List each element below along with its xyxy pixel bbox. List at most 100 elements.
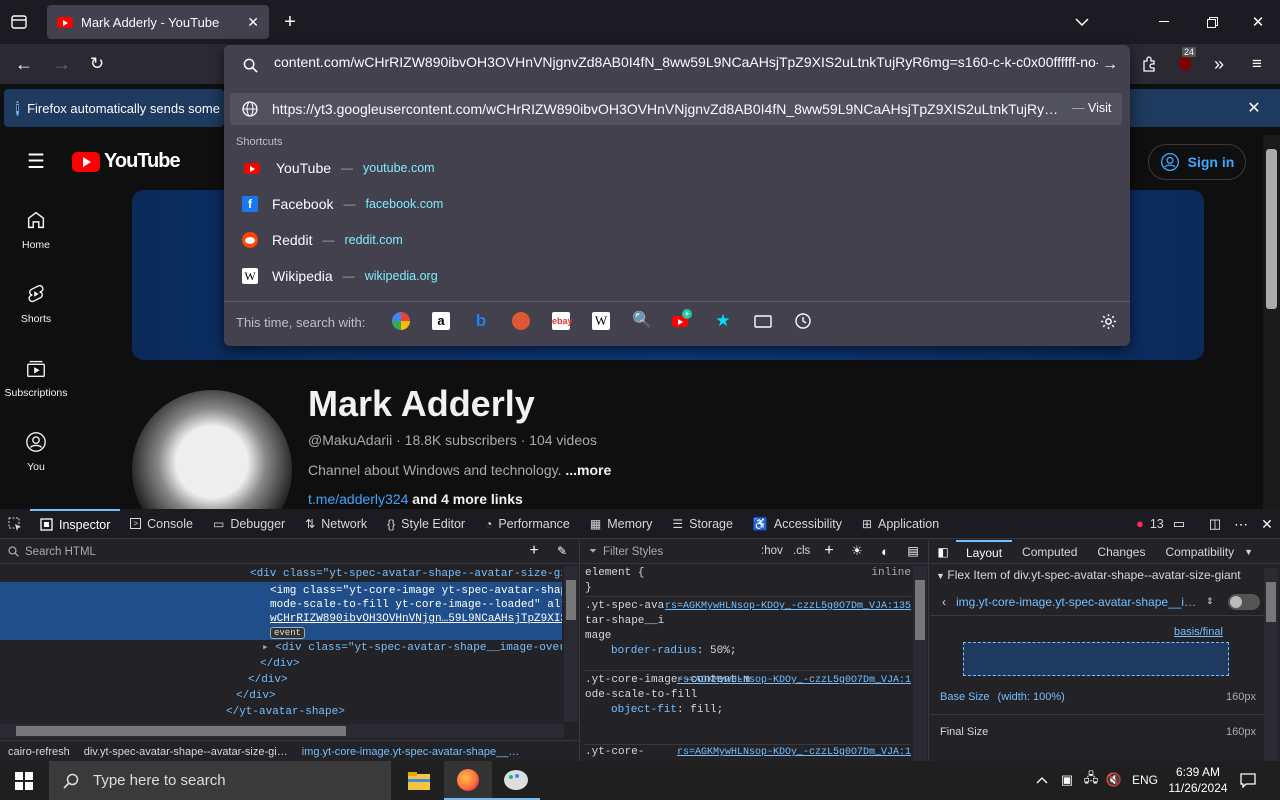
layout-vscroll[interactable] xyxy=(1264,568,1278,762)
browser-tab[interactable]: Mark Adderly - YouTube ✕ xyxy=(47,5,269,39)
element-picker-icon[interactable] xyxy=(0,509,30,539)
new-tab-button[interactable]: + xyxy=(280,11,300,33)
light-scheme-icon[interactable]: ☀ xyxy=(849,543,865,559)
nav-home[interactable]: Home xyxy=(0,209,72,251)
overflow-menu-icon[interactable]: » xyxy=(1208,54,1230,74)
restore-button[interactable] xyxy=(1198,12,1226,32)
back-chevron-icon[interactable]: ‹ xyxy=(942,595,946,609)
add-node-icon[interactable]: + xyxy=(526,542,542,559)
close-devtools-icon[interactable]: ✕ xyxy=(1258,516,1276,532)
html-line[interactable]: </div> xyxy=(0,656,562,672)
suggestion-action[interactable]: — Visit xyxy=(1072,101,1111,115)
breadcrumb-item[interactable]: div.yt-spec-avatar-shape--avatar-size-gi… xyxy=(84,746,288,758)
html-selected-node[interactable]: <img class="yt-core-image yt-spec-avatar… xyxy=(0,582,562,640)
tab-network[interactable]: ⇅ Network xyxy=(295,509,377,539)
clock[interactable]: 6:39 AM 11/26/2024 xyxy=(1162,764,1234,796)
tab-storage[interactable]: ☰ Storage xyxy=(662,509,743,539)
tab-compatibility[interactable]: Compatibility xyxy=(1155,545,1244,559)
tabs-search-icon[interactable] xyxy=(754,312,772,330)
wikipedia-search-icon[interactable]: W xyxy=(592,312,610,330)
duckduckgo-icon[interactable] xyxy=(512,312,530,330)
html-line[interactable]: ▸ <div class="yt-spec-avatar-shape__imag… xyxy=(0,640,562,656)
tray-overflow-icon[interactable] xyxy=(1034,771,1050,789)
youtube-logo[interactable]: YouTube xyxy=(72,150,181,173)
dock-side-icon[interactable]: ◫ xyxy=(1206,516,1224,532)
tab-inspector[interactable]: Inspector xyxy=(30,508,121,539)
rules-vscroll[interactable] xyxy=(913,566,927,762)
tab-debugger[interactable]: ▭ Debugger xyxy=(203,509,295,539)
amazon-icon[interactable]: a xyxy=(432,312,450,330)
tab-layout[interactable]: Layout xyxy=(956,540,1013,564)
search-html-bar[interactable]: Search HTML + ✎ xyxy=(0,540,580,564)
back-button[interactable]: ← xyxy=(12,54,36,74)
breadcrumb-item[interactable]: cairo-refresh xyxy=(8,746,70,758)
taskbar-search[interactable]: Type here to search xyxy=(49,761,391,800)
scrollbar-thumb[interactable] xyxy=(1266,149,1277,309)
cls-toggle[interactable]: .cls xyxy=(793,545,810,557)
devtools-menu-icon[interactable]: ⋯ xyxy=(1232,516,1250,532)
channel-link[interactable]: t.me/adderly324 xyxy=(308,491,408,507)
shortcut-reddit[interactable]: Reddit — reddit.com xyxy=(236,222,1116,258)
shortcut-facebook[interactable]: f Facebook — facebook.com xyxy=(236,186,1116,222)
highlight-toggle[interactable] xyxy=(1228,593,1260,610)
shortcut-youtube[interactable]: YouTube — youtube.com xyxy=(236,150,1116,186)
eyedropper-icon[interactable]: ✎ xyxy=(554,543,570,559)
tab-performance[interactable]: ◔ Performance xyxy=(475,509,580,539)
google-icon[interactable] xyxy=(392,312,410,330)
reload-button[interactable]: ↻ xyxy=(85,54,109,74)
youtube-search-icon[interactable]: + xyxy=(672,309,692,330)
more-links[interactable]: and 4 more links xyxy=(412,491,522,507)
extensions-icon[interactable] xyxy=(1138,54,1160,74)
search-settings-gear-icon[interactable] xyxy=(1098,311,1118,331)
paint-app-icon[interactable] xyxy=(492,761,540,800)
file-explorer-icon[interactable] xyxy=(395,761,443,800)
nav-you[interactable]: You xyxy=(0,431,72,473)
sidebar-toggle-icon[interactable]: ◧ xyxy=(930,545,956,559)
channel-avatar[interactable] xyxy=(132,390,292,509)
tab-memory[interactable]: ▦ Memory xyxy=(580,509,663,539)
tab-accessibility[interactable]: ♿ Accessibility xyxy=(743,509,852,539)
error-count[interactable]: ● 13 xyxy=(1126,509,1174,539)
html-hscroll[interactable] xyxy=(0,724,564,738)
rule-avatar-image[interactable]: .yt-spec-avatar-shape__image rs=AGKMywHL… xyxy=(585,596,911,670)
notifications-icon[interactable] xyxy=(1238,771,1258,789)
close-infobar-icon[interactable]: ✕ xyxy=(1244,98,1264,118)
app-menu-icon[interactable]: ≡ xyxy=(1246,54,1268,74)
firefox-view-icon[interactable] xyxy=(8,12,30,32)
more-link[interactable]: ...more xyxy=(565,462,611,478)
html-line[interactable]: </div> xyxy=(0,672,562,688)
url-suggestion-row[interactable]: https://yt3.googleusercontent.com/wCHrRI… xyxy=(230,93,1122,125)
flex-item-selector[interactable]: ‹ img.yt-core-image.yt-spec-avatar-shape… xyxy=(930,588,1264,616)
tab-application[interactable]: ⊞ Application xyxy=(852,509,949,539)
tray-app-icon[interactable]: ▣ xyxy=(1058,771,1076,789)
firefox-taskbar-icon[interactable] xyxy=(444,761,492,800)
rule-core-image[interactable]: .yt-core-image--content-mode-scale-to-fi… xyxy=(585,670,911,744)
html-vscroll[interactable] xyxy=(564,566,578,722)
responsive-mode-icon[interactable]: ▭ xyxy=(1170,516,1188,532)
print-simulation-icon[interactable]: ▤ xyxy=(905,543,921,559)
add-rule-icon[interactable]: + xyxy=(821,542,837,559)
bookmarks-search-icon[interactable]: ★ xyxy=(714,312,732,330)
shortcut-wikipedia[interactable]: W Wikipedia — wikipedia.org xyxy=(236,258,1116,294)
page-scrollbar[interactable] xyxy=(1263,135,1280,509)
ublock-icon[interactable]: 24 xyxy=(1174,47,1197,74)
go-arrow-icon[interactable]: → xyxy=(1100,54,1120,76)
nav-shorts[interactable]: Shorts xyxy=(0,283,72,325)
sign-in-button[interactable]: Sign in xyxy=(1148,144,1246,180)
volume-muted-icon[interactable]: 🔇 xyxy=(1104,771,1124,789)
url-input[interactable]: content.com/wCHrRIZW890ibvOH3OVHnVNjgnvZ… xyxy=(274,54,1098,76)
network-tray-icon[interactable]: 🖧 xyxy=(1082,770,1100,789)
tab-changes[interactable]: Changes xyxy=(1087,545,1155,559)
rule-core[interactable]: .yt-core- rs=AGKMywHLNsop-KDOy_-czzL5g0O… xyxy=(585,744,911,762)
language-indicator[interactable]: ENG xyxy=(1132,773,1158,787)
html-line[interactable]: <div class="yt-spec-avatar-shape--avatar… xyxy=(0,566,562,582)
hamburger-menu-icon[interactable]: ☰ xyxy=(24,151,48,173)
event-badge[interactable]: event xyxy=(270,627,306,639)
list-tabs-icon[interactable] xyxy=(1072,12,1092,32)
html-line[interactable]: </div> xyxy=(0,688,562,704)
minimize-button[interactable] xyxy=(1150,12,1178,32)
filter-styles-bar[interactable]: ⏷ Filter Styles :hov .cls + ☀ ◐ ▤ xyxy=(581,540,928,564)
forward-button[interactable]: → xyxy=(50,54,74,74)
history-search-icon[interactable] xyxy=(794,312,812,330)
flex-item-header[interactable]: ▼ Flex Item of div.yt-spec-avatar-shape-… xyxy=(930,568,1264,588)
